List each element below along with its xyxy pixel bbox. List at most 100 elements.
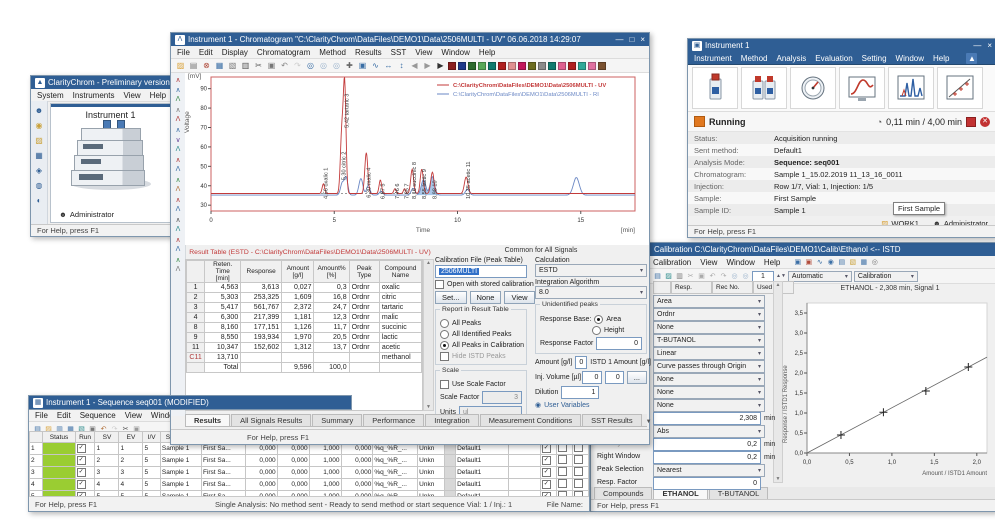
- compound-col-header[interactable]: Rec No.: [712, 281, 753, 294]
- menu-item-view[interactable]: View: [125, 411, 142, 420]
- run-checkbox[interactable]: ✓: [77, 444, 86, 453]
- chromatogram-plot[interactable]: [mV] Voltage 30405060708090051015Time[mi…: [185, 73, 649, 245]
- maximize-button[interactable]: □: [629, 35, 634, 44]
- menu-item-analysis[interactable]: Analysis: [776, 54, 806, 63]
- signal-color-swatch[interactable]: [578, 62, 586, 70]
- lock-icon[interactable]: ◈: [34, 165, 45, 176]
- run-checkbox[interactable]: ✓: [77, 468, 86, 477]
- all-in-calibration-radio[interactable]: [440, 341, 449, 350]
- option-checkbox[interactable]: [574, 455, 583, 464]
- hide-istd-checkbox[interactable]: [440, 352, 449, 361]
- tab-performance[interactable]: Performance: [363, 414, 424, 426]
- signal-color-swatch[interactable]: [478, 62, 486, 70]
- sequence-col-header[interactable]: SV: [95, 432, 119, 443]
- calibration-type-select[interactable]: Calibration▾: [854, 271, 918, 282]
- sequence-row[interactable]: 3✓335Sample 1First Sa...0,0000,0001,0000…: [30, 467, 589, 479]
- open-calibration-icon[interactable]: ▨: [664, 272, 673, 281]
- calibration-button[interactable]: [937, 67, 983, 109]
- option-checkbox[interactable]: [558, 455, 567, 464]
- exit-icon[interactable]: ◐: [34, 195, 45, 206]
- peak-add-icon[interactable]: Λ: [174, 115, 183, 124]
- menu-item-system[interactable]: System: [37, 91, 64, 100]
- menu-item-evaluation[interactable]: Evaluation: [815, 54, 852, 63]
- sequence-cell[interactable]: [572, 479, 588, 491]
- compound-param-input[interactable]: 0: [653, 477, 761, 490]
- next-icon[interactable]: ▶: [422, 60, 433, 71]
- smooth-icon[interactable]: ∧: [174, 235, 183, 244]
- signal-color-swatch[interactable]: [498, 62, 506, 70]
- threshold-icon[interactable]: Λ: [174, 205, 183, 214]
- abort-button[interactable]: ✕: [980, 117, 990, 127]
- sequence-button[interactable]: [741, 67, 787, 109]
- signal-color-swatch[interactable]: [588, 62, 596, 70]
- sequence-cell[interactable]: [572, 455, 588, 467]
- open-stored-checkbox[interactable]: [435, 280, 444, 289]
- sequence-row[interactable]: 2✓225Sample 1First Sa...0,0000,0001,0000…: [30, 455, 589, 467]
- result-row[interactable]: 46,300217,3991,18112,3Ordnrmalic: [187, 313, 422, 323]
- use-scale-checkbox[interactable]: [440, 380, 449, 389]
- compound-param-select[interactable]: Nearest▾: [653, 464, 765, 477]
- sequence-cell[interactable]: ✓: [540, 455, 556, 467]
- result-col-header[interactable]: Response: [241, 261, 282, 283]
- tab-sst-results[interactable]: SST Results: [582, 414, 642, 426]
- sequence-cell[interactable]: ✓: [540, 479, 556, 491]
- tab-all-signals-results[interactable]: All Signals Results: [231, 414, 311, 426]
- compound-param-select[interactable]: None▾: [653, 399, 765, 412]
- instrument-panel[interactable]: Instrument 1 ☻ Administrator: [50, 103, 171, 223]
- signal-color-swatch[interactable]: [458, 62, 466, 70]
- result-row[interactable]: C1113,710methanol: [187, 353, 422, 363]
- subtract-icon[interactable]: Λ: [174, 245, 183, 254]
- export-icon[interactable]: ▧: [848, 258, 857, 267]
- info-icon[interactable]: ◉: [826, 258, 835, 267]
- cut-icon[interactable]: ✂: [686, 272, 695, 281]
- sequence-title-bar[interactable]: ▦ Instrument 1 - Sequence seq001 (MODIFI…: [28, 395, 352, 410]
- result-row[interactable]: 14,5633,6130,0270,3Ordnroxalic: [187, 283, 422, 293]
- tab-results[interactable]: Results: [185, 414, 230, 426]
- single-analysis-button[interactable]: [692, 67, 738, 109]
- signal-color-swatch[interactable]: [448, 62, 456, 70]
- sequence-col-header[interactable]: Status: [43, 432, 75, 443]
- tab-compounds[interactable]: Compounds: [594, 487, 652, 499]
- height-radio[interactable]: [592, 326, 601, 335]
- none-button[interactable]: None: [470, 291, 502, 304]
- result-col-header[interactable]: Amount [g/l]: [282, 261, 314, 283]
- sequence-cell[interactable]: [572, 467, 588, 479]
- signal-color-swatch[interactable]: [488, 62, 496, 70]
- result-table[interactable]: Reten. Time [min]ResponseAmount [g/l]Amo…: [186, 260, 422, 373]
- run-checkbox[interactable]: ✓: [77, 480, 86, 489]
- compound-param-input[interactable]: 0,2: [653, 438, 761, 451]
- minimize-button[interactable]: —: [615, 35, 623, 44]
- menu-item-setting[interactable]: Setting: [862, 54, 887, 63]
- chromatogram-chart[interactable]: 30405060708090051015Time[min]4,56 oxalic…: [185, 73, 649, 245]
- signal-color-swatch[interactable]: [518, 62, 526, 70]
- slope-icon[interactable]: ∧: [174, 195, 183, 204]
- export-icon[interactable]: ▧: [227, 60, 238, 71]
- help-icon[interactable]: ◎: [870, 258, 879, 267]
- unzoom-icon[interactable]: ◎: [331, 60, 342, 71]
- menu-item-sequence[interactable]: Sequence: [80, 411, 116, 420]
- signal-color-swatch[interactable]: [558, 62, 566, 70]
- device-monitor-button[interactable]: [790, 67, 836, 109]
- run-checkbox[interactable]: ✓: [542, 456, 551, 465]
- signal-color-swatch[interactable]: [508, 62, 516, 70]
- menu-item-method[interactable]: Method: [319, 48, 346, 57]
- menu-item-help[interactable]: Help: [150, 91, 166, 100]
- menu-item-file[interactable]: File: [177, 48, 190, 57]
- compound-param-input[interactable]: 2,308: [653, 412, 761, 425]
- compound-param-select[interactable]: Linear▾: [653, 347, 765, 360]
- menu-item-file[interactable]: File: [35, 411, 48, 420]
- signal-color-swatch[interactable]: [598, 62, 606, 70]
- menu-item-instrument[interactable]: Instrument: [694, 54, 732, 63]
- menu-item-calibration[interactable]: Calibration: [653, 258, 691, 267]
- sequence-row[interactable]: 4✓445Sample 1First Sa...0,0000,0001,0000…: [30, 479, 589, 491]
- result-col-header[interactable]: Reten. Time [min]: [205, 261, 241, 283]
- istd-amount-input[interactable]: 0: [605, 371, 623, 384]
- run-checkbox[interactable]: ✓: [542, 444, 551, 453]
- calibration-mode-select[interactable]: Automatic▾: [788, 271, 852, 282]
- dilution-input[interactable]: 1: [561, 386, 599, 399]
- peak-start-icon[interactable]: ∧: [174, 75, 183, 84]
- gear-icon[interactable]: ◉: [34, 120, 45, 131]
- stop-button[interactable]: [966, 117, 976, 127]
- redo-icon[interactable]: ↷: [719, 272, 728, 281]
- menu-item-help[interactable]: Help: [933, 54, 949, 63]
